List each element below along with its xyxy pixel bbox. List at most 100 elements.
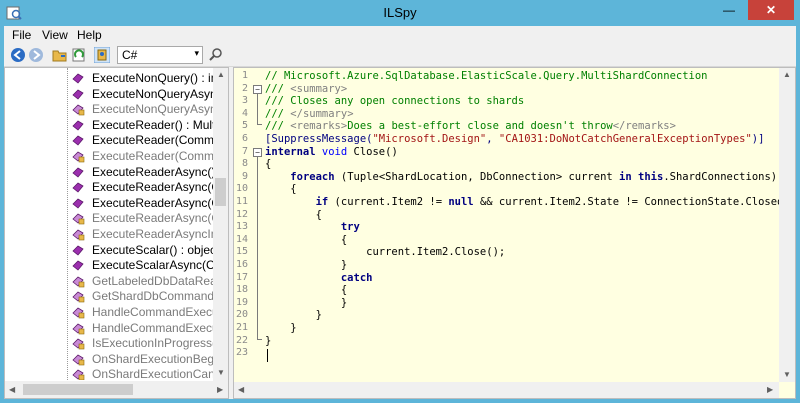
code-token: } bbox=[265, 334, 272, 347]
code-line: } bbox=[265, 297, 347, 309]
tree-item-label: ExecuteReaderAsync(Ca bbox=[92, 180, 213, 195]
line-number: 2 bbox=[241, 82, 248, 94]
scroll-down-icon[interactable]: ▼ bbox=[217, 368, 225, 377]
code-token: /// bbox=[265, 120, 291, 133]
tree-item-label: ExecuteNonQueryAsync( bbox=[92, 102, 213, 117]
code-line: /// <summary> bbox=[265, 83, 347, 95]
line-number: 8 bbox=[241, 158, 248, 170]
app-window: ILSpy — ☐ ✕ File View Help C# ▾ bbox=[0, 0, 800, 403]
code-token: "Microsoft.Design" bbox=[372, 133, 487, 145]
code-vertical-scrollbar[interactable]: ▲ ▼ bbox=[779, 68, 795, 382]
fold-guide-end bbox=[257, 124, 262, 125]
line-number: 17 bbox=[235, 271, 248, 283]
menu-bar: File View Help bbox=[4, 26, 796, 44]
show-internal-icon[interactable] bbox=[94, 47, 110, 63]
code-line: { bbox=[265, 209, 322, 221]
code-token: current.Item2.Close(); bbox=[265, 246, 506, 259]
tree-horizontal-scrollbar[interactable]: ◀ ▶ bbox=[5, 381, 228, 398]
code-line: } bbox=[265, 335, 271, 347]
search-icon[interactable] bbox=[208, 47, 224, 63]
scroll-up-icon[interactable]: ▲ bbox=[783, 70, 791, 79]
tree-item-label: ExecuteReaderAsync() : bbox=[92, 164, 213, 179]
tree-item-label: ExecuteReader() : MultiS bbox=[92, 117, 213, 132]
code-token: && current.Item2.State != ConnectionStat… bbox=[473, 196, 790, 208]
scroll-left-icon[interactable]: ◀ bbox=[238, 385, 244, 394]
menu-help[interactable]: Help bbox=[77, 28, 102, 42]
private-method-icon bbox=[72, 307, 85, 319]
line-number: 20 bbox=[235, 309, 248, 321]
main-content: ExecuteNonQuery() : int ExecuteNonQueryAs… bbox=[4, 67, 796, 399]
code-token: Close() bbox=[347, 145, 398, 158]
tree-vertical-scrollbar[interactable]: ▲ ▼ bbox=[213, 68, 228, 381]
code-line: } bbox=[265, 322, 296, 334]
code-token: foreach bbox=[290, 170, 335, 183]
tree-hscroll-thumb[interactable] bbox=[23, 384, 133, 395]
code-token: (Tuple<ShardLocation, DbConnection> curr… bbox=[334, 170, 620, 183]
code-token: /// Closes any open connections to shard… bbox=[265, 95, 525, 108]
fold-toggle-summary[interactable]: − bbox=[253, 85, 262, 94]
tree-scroll-thumb[interactable] bbox=[215, 178, 226, 206]
code-token: /// bbox=[265, 82, 291, 95]
private-method-icon bbox=[72, 151, 85, 163]
code-line: { bbox=[265, 234, 347, 246]
code-token: { bbox=[265, 208, 322, 221]
scroll-up-icon[interactable]: ▲ bbox=[217, 70, 225, 79]
assembly-tree: ExecuteNonQuery() : int ExecuteNonQueryAs… bbox=[4, 67, 229, 399]
code-token: { bbox=[265, 284, 348, 297]
private-method-icon bbox=[72, 229, 85, 241]
code-line: [SuppressMessage("Microsoft.Design", "CA… bbox=[265, 133, 764, 145]
minimize-button[interactable]: — bbox=[716, 0, 742, 20]
code-horizontal-scrollbar[interactable]: ◀ ▶ bbox=[234, 382, 779, 398]
line-number: 12 bbox=[235, 208, 248, 220]
fold-guide bbox=[257, 94, 258, 124]
line-number: 4 bbox=[241, 107, 248, 119]
forward-icon[interactable] bbox=[28, 47, 44, 63]
tree-item-label: HandleCommandExecutio bbox=[92, 320, 213, 335]
code-line: catch bbox=[265, 272, 373, 284]
tree-item-label: ExecuteScalar() : object bbox=[92, 242, 213, 257]
language-value: C# bbox=[122, 48, 138, 62]
code-line: current.Item2.Close(); bbox=[265, 246, 505, 258]
language-select[interactable]: C# ▾ bbox=[117, 46, 203, 64]
line-number: 1 bbox=[241, 70, 248, 81]
fold-toggle-method[interactable]: − bbox=[253, 148, 262, 157]
tree-item-label: ExecuteScalarAsync(Can bbox=[92, 258, 213, 273]
close-button[interactable]: ✕ bbox=[748, 0, 794, 20]
menu-view[interactable]: View bbox=[42, 28, 68, 42]
tree-guide-line bbox=[67, 68, 69, 380]
back-icon[interactable] bbox=[10, 47, 26, 63]
fold-guide bbox=[257, 157, 258, 339]
code-line: /// Closes any open connections to shard… bbox=[265, 95, 524, 107]
reload-icon[interactable] bbox=[71, 47, 87, 63]
code-line: foreach (Tuple<ShardLocation, DbConnecti… bbox=[265, 171, 777, 183]
code-line: { bbox=[265, 183, 297, 196]
menu-file[interactable]: File bbox=[12, 28, 31, 42]
scroll-right-icon[interactable]: ▶ bbox=[767, 385, 773, 394]
scroll-left-icon[interactable]: ◀ bbox=[9, 385, 15, 394]
open-file-icon[interactable] bbox=[52, 47, 68, 63]
window-title: ILSpy bbox=[383, 5, 417, 20]
private-method-icon bbox=[72, 338, 85, 350]
method-icon bbox=[72, 89, 84, 100]
code-token: [SuppressMessage( bbox=[265, 133, 373, 145]
code-token: <remarks> bbox=[290, 120, 348, 133]
code-token: Does a best-effort close and doesn't thr… bbox=[347, 120, 613, 133]
line-number: 7 bbox=[241, 145, 248, 157]
code-token: if bbox=[315, 196, 329, 208]
code-token: , bbox=[486, 133, 499, 145]
scroll-down-icon[interactable]: ▼ bbox=[783, 370, 791, 379]
scroll-right-icon[interactable]: ▶ bbox=[217, 385, 223, 394]
code-token: { bbox=[265, 183, 297, 196]
line-number: 5 bbox=[241, 120, 248, 132]
code-view[interactable]: 1 2 3 4 5 6 7 8 9 10 11 12 13 14 15 16 17 18 19 20 21 22 23 − … bbox=[233, 67, 796, 399]
line-number: 21 bbox=[235, 322, 248, 333]
code-line: } bbox=[265, 309, 322, 321]
line-number: 10 bbox=[235, 183, 248, 195]
method-icon bbox=[72, 167, 84, 178]
code-token: // Microsoft.Azure.SqlDatabase.ElasticSc… bbox=[265, 70, 708, 82]
tree-item-label: ExecuteReaderAsyncInte bbox=[92, 227, 213, 241]
line-number: 18 bbox=[235, 284, 248, 296]
code-line: } bbox=[265, 259, 347, 271]
